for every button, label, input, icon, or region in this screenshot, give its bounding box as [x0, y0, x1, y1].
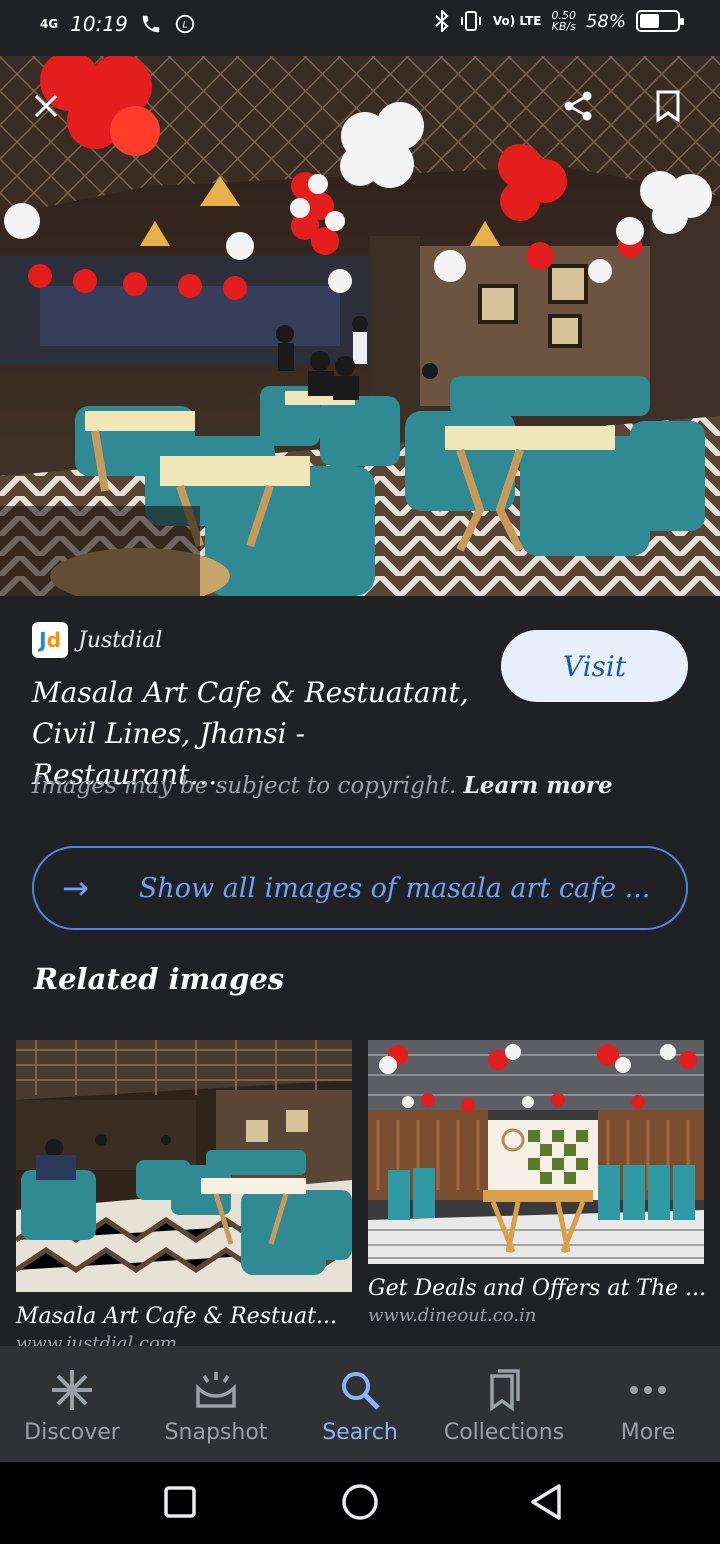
share-icon: [564, 91, 592, 121]
battery-percent: 58%: [585, 10, 626, 32]
bookmark-button[interactable]: [644, 82, 692, 130]
share-button[interactable]: [554, 82, 602, 130]
copyright-notice: Images may be subject to copyright. Lear…: [32, 772, 613, 799]
related-image-source: www.dineout.co.in: [368, 1305, 537, 1326]
nav-search[interactable]: Search: [288, 1346, 432, 1462]
collections-icon: [490, 1369, 520, 1412]
related-image-title: Get Deals and Offers at The ...: [368, 1276, 707, 1301]
battery-icon: [636, 10, 684, 32]
status-left: 4G 10:19 L: [40, 12, 196, 36]
nav-label: Collections: [443, 1420, 565, 1445]
volte-label: Vo) LTE: [492, 14, 542, 28]
nav-label: Snapshot: [164, 1420, 268, 1445]
nav-collections[interactable]: Collections: [432, 1346, 576, 1462]
related-image-card[interactable]: Get Deals and Offers at The ... www.dine…: [368, 1040, 707, 1326]
asterisk-icon: [52, 1370, 92, 1410]
search-icon: [342, 1372, 380, 1410]
network-type: 4G: [40, 17, 59, 31]
learn-more-link[interactable]: Learn more: [464, 772, 613, 799]
nav-label: More: [620, 1420, 676, 1445]
clock: 10:19: [70, 12, 128, 36]
related-image-card[interactable]: Masala Art Cafe & Restuat... www.justdia…: [16, 1040, 352, 1347]
vibrate-icon: [460, 11, 481, 31]
related-image-thumbnail: [368, 1040, 704, 1264]
close-icon: [34, 94, 58, 118]
status-right: Vo) LTE 0.50 KB/s 58%: [435, 9, 684, 33]
svg-text:L: L: [182, 20, 187, 31]
related-image-thumbnail: [16, 1040, 352, 1292]
net-speed: 0.50 KB/s: [551, 9, 576, 33]
related-images-heading: Related images: [34, 962, 285, 996]
bottom-nav: Discover Snapshot Search Collections Mor…: [0, 1346, 720, 1462]
source-row[interactable]: Jd Justdial: [32, 622, 162, 658]
bluetooth-icon: [435, 10, 449, 32]
nav-more[interactable]: More: [576, 1346, 720, 1462]
source-name: Justdial: [78, 627, 163, 653]
system-nav-bar: [0, 1462, 720, 1544]
back-triangle-icon: [531, 1484, 561, 1520]
circle-icon: [342, 1484, 378, 1520]
recents-button[interactable]: [160, 1482, 200, 1522]
close-button[interactable]: [22, 82, 70, 130]
status-bar: 4G 10:19 L Vo) LTE 0.50 KB/s 58%: [0, 0, 720, 56]
nav-discover[interactable]: Discover: [0, 1346, 144, 1462]
square-icon: [164, 1486, 196, 1518]
nav-label: Search: [322, 1420, 398, 1445]
arrow-right-icon: →: [62, 869, 89, 907]
related-image-title: Masala Art Cafe & Restuat...: [16, 1304, 337, 1329]
restaurant-photo: [0, 56, 720, 596]
nav-snapshot[interactable]: Snapshot: [144, 1346, 288, 1462]
data-saver-icon: L: [175, 14, 195, 34]
show-all-label: Show all images of masala art cafe ...: [138, 872, 651, 904]
hero-image[interactable]: [0, 56, 720, 596]
home-button[interactable]: [340, 1482, 380, 1522]
show-all-images-button[interactable]: → Show all images of masala art cafe ...: [32, 846, 688, 930]
call-icon: [142, 15, 160, 33]
more-dots-icon: [630, 1386, 666, 1394]
nav-label: Discover: [24, 1420, 120, 1445]
back-button[interactable]: [526, 1482, 566, 1522]
visit-button[interactable]: Visit: [501, 630, 688, 702]
bookmark-icon: [656, 90, 680, 123]
related-image-source: www.justdial.com: [16, 1333, 177, 1347]
snapshot-icon: [196, 1372, 236, 1408]
justdial-logo: Jd: [32, 622, 68, 658]
